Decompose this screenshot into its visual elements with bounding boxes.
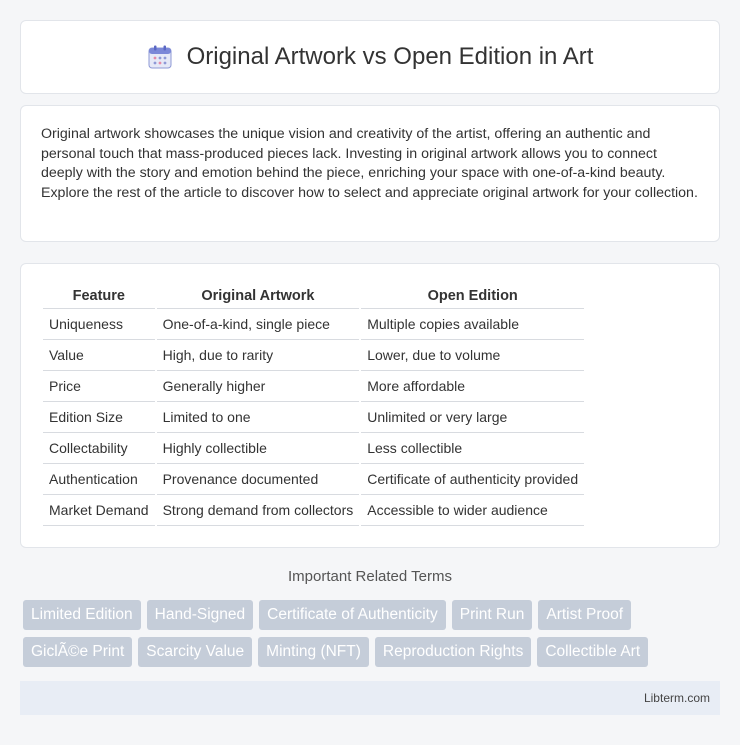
table-cell: Provenance documented xyxy=(156,464,360,495)
table-row: Price Generally higher More affordable xyxy=(43,371,585,402)
table-cell: Value xyxy=(43,340,155,371)
tag-hand-signed[interactable]: Hand-Signed xyxy=(146,600,254,630)
intro-card: Original artwork showcases the unique vi… xyxy=(20,105,720,242)
tag-reproduction-rights[interactable]: Reproduction Rights xyxy=(374,637,532,667)
table-cell: More affordable xyxy=(361,371,585,402)
table-cell: Market Demand xyxy=(43,495,155,526)
tag-limited-edition[interactable]: Limited Edition xyxy=(23,600,141,630)
page-title: Original Artwork vs Open Edition in Art xyxy=(186,43,594,70)
tag-minting-nft[interactable]: Minting (NFT) xyxy=(258,637,369,667)
table-cell: Multiple copies available xyxy=(361,309,585,340)
calendar-icon xyxy=(148,45,172,69)
table-cell: High, due to rarity xyxy=(156,340,360,371)
table-cell: One-of-a-kind, single piece xyxy=(156,309,360,340)
table-cell: Accessible to wider audience xyxy=(361,495,585,526)
comparison-card: Feature Original Artwork Open Edition Un… xyxy=(20,263,720,548)
column-header-original: Original Artwork xyxy=(156,284,360,309)
table-cell: Edition Size xyxy=(43,402,155,433)
footer-site-link[interactable]: Libterm.com xyxy=(644,691,710,705)
related-terms-list: Limited Edition Hand-Signed Certificate … xyxy=(23,600,723,667)
column-header-feature: Feature xyxy=(43,284,155,309)
table-row: Edition Size Limited to one Unlimited or… xyxy=(43,402,585,433)
table-cell: Generally higher xyxy=(156,371,360,402)
table-row: Market Demand Strong demand from collect… xyxy=(43,495,585,526)
intro-text: Original artwork showcases the unique vi… xyxy=(41,126,698,201)
table-cell: Lower, due to volume xyxy=(361,340,585,371)
table-cell: Highly collectible xyxy=(156,433,360,464)
table-row: Uniqueness One-of-a-kind, single piece M… xyxy=(43,309,585,340)
table-cell: Unlimited or very large xyxy=(361,402,585,433)
table-cell: Strong demand from collectors xyxy=(156,495,360,526)
tag-collectible-art[interactable]: Collectible Art xyxy=(537,637,649,667)
table-cell: Price xyxy=(43,371,155,402)
table-row: Collectability Highly collectible Less c… xyxy=(43,433,585,464)
related-terms-title: Important Related Terms xyxy=(288,568,452,585)
table-row: Authentication Provenance documented Cer… xyxy=(43,464,585,495)
tag-certificate-of-authenticity[interactable]: Certificate of Authenticity xyxy=(259,600,446,630)
table-cell: Limited to one xyxy=(156,402,360,433)
comparison-table: Feature Original Artwork Open Edition Un… xyxy=(41,284,586,526)
tag-scarcity-value[interactable]: Scarcity Value xyxy=(138,637,253,667)
table-header-row: Feature Original Artwork Open Edition xyxy=(43,284,585,309)
table-cell: Authentication xyxy=(43,464,155,495)
tag-artist-proof[interactable]: Artist Proof xyxy=(538,600,632,630)
table-cell: Uniqueness xyxy=(43,309,155,340)
table-row: Value High, due to rarity Lower, due to … xyxy=(43,340,585,371)
header-card: Original Artwork vs Open Edition in Art xyxy=(20,20,720,94)
table-cell: Less collectible xyxy=(361,433,585,464)
table-cell: Certificate of authenticity provided xyxy=(361,464,585,495)
footer: Libterm.com xyxy=(20,681,720,715)
table-cell: Collectability xyxy=(43,433,155,464)
tag-giclee-print[interactable]: GiclÃ©e Print xyxy=(23,637,133,667)
tag-print-run[interactable]: Print Run xyxy=(451,600,533,630)
column-header-open-edition: Open Edition xyxy=(361,284,585,309)
